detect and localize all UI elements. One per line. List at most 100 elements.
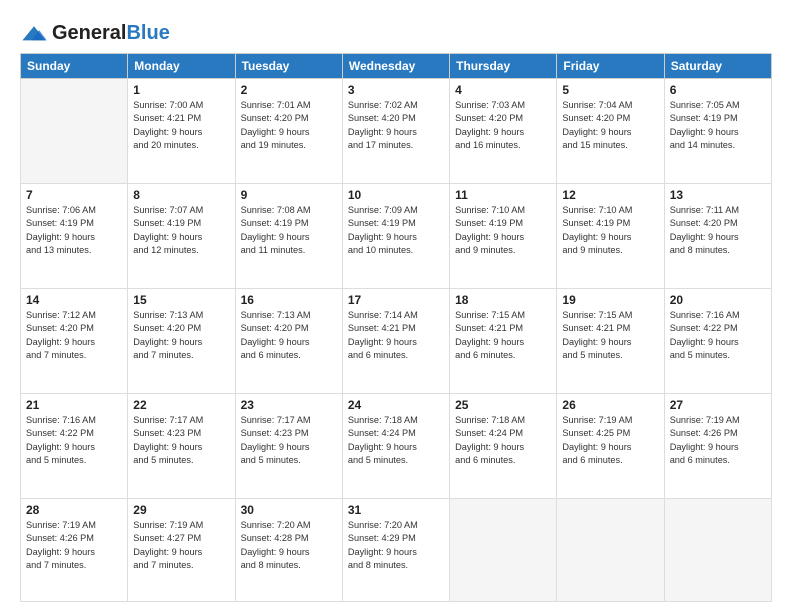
logo: GeneralBlue: [20, 22, 170, 45]
day-info: Sunrise: 7:20 AM Sunset: 4:28 PM Dayligh…: [241, 519, 337, 572]
day-info: Sunrise: 7:19 AM Sunset: 4:27 PM Dayligh…: [133, 519, 229, 572]
day-number: 9: [241, 188, 337, 202]
day-info: Sunrise: 7:01 AM Sunset: 4:20 PM Dayligh…: [241, 99, 337, 152]
day-info: Sunrise: 7:13 AM Sunset: 4:20 PM Dayligh…: [133, 309, 229, 362]
calendar-cell: 14 Sunrise: 7:12 AM Sunset: 4:20 PM Dayli…: [21, 289, 128, 394]
calendar-cell: 5Sunrise: 7:04 AM Sunset: 4:20 PM Daylig…: [557, 79, 664, 184]
day-number: 28: [26, 503, 122, 517]
day-number: 23: [241, 398, 337, 412]
logo-icon: [20, 25, 48, 43]
calendar-cell: 30 Sunrise: 7:20 AM Sunset: 4:28 PM Dayli…: [235, 499, 342, 602]
day-info: Sunrise: 7:10 AM Sunset: 4:19 PM Dayligh…: [562, 204, 658, 257]
header: GeneralBlue: [20, 18, 772, 45]
day-info: Sunrise: 7:19 AM Sunset: 4:26 PM Dayligh…: [26, 519, 122, 572]
day-number: 29: [133, 503, 229, 517]
calendar-cell: 18 Sunrise: 7:15 AM Sunset: 4:21 PM Dayli…: [450, 289, 557, 394]
calendar-cell: [21, 79, 128, 184]
calendar-cell: 20Sunrise: 7:16 AM Sunset: 4:22 PM Dayli…: [664, 289, 771, 394]
day-info: Sunrise: 7:09 AM Sunset: 4:19 PM Dayligh…: [348, 204, 444, 257]
day-number: 15: [133, 293, 229, 307]
calendar-cell: 10 Sunrise: 7:09 AM Sunset: 4:19 PM Dayli…: [342, 184, 449, 289]
calendar-cell: [557, 499, 664, 602]
day-number: 2: [241, 83, 337, 97]
calendar-cell: 23 Sunrise: 7:17 AM Sunset: 4:23 PM Dayli…: [235, 394, 342, 499]
calendar-week-row: 1 Sunrise: 7:00 AM Sunset: 4:21 PM Daylig…: [21, 79, 772, 184]
day-number: 7: [26, 188, 122, 202]
day-number: 4: [455, 83, 551, 97]
calendar-cell: 26 Sunrise: 7:19 AM Sunset: 4:25 PM Dayli…: [557, 394, 664, 499]
day-number: 5: [562, 83, 658, 97]
day-number: 11: [455, 188, 551, 202]
calendar-cell: 6 Sunrise: 7:05 AM Sunset: 4:19 PM Daylig…: [664, 79, 771, 184]
calendar-cell: 28 Sunrise: 7:19 AM Sunset: 4:26 PM Dayli…: [21, 499, 128, 602]
day-info: Sunrise: 7:15 AM Sunset: 4:21 PM Dayligh…: [562, 309, 658, 362]
day-info: Sunrise: 7:17 AM Sunset: 4:23 PM Dayligh…: [241, 414, 337, 467]
day-number: 22: [133, 398, 229, 412]
day-number: 6: [670, 83, 766, 97]
calendar-cell: 27Sunrise: 7:19 AM Sunset: 4:26 PM Dayli…: [664, 394, 771, 499]
day-info: Sunrise: 7:14 AM Sunset: 4:21 PM Dayligh…: [348, 309, 444, 362]
day-header-friday: Friday: [557, 54, 664, 79]
day-number: 16: [241, 293, 337, 307]
day-info: Sunrise: 7:20 AM Sunset: 4:29 PM Dayligh…: [348, 519, 444, 572]
day-number: 10: [348, 188, 444, 202]
day-info: Sunrise: 7:11 AM Sunset: 4:20 PM Dayligh…: [670, 204, 766, 257]
day-number: 25: [455, 398, 551, 412]
day-number: 26: [562, 398, 658, 412]
calendar-cell: 3 Sunrise: 7:02 AM Sunset: 4:20 PM Daylig…: [342, 79, 449, 184]
calendar-cell: 19 Sunrise: 7:15 AM Sunset: 4:21 PM Dayli…: [557, 289, 664, 394]
day-info: Sunrise: 7:18 AM Sunset: 4:24 PM Dayligh…: [455, 414, 551, 467]
day-number: 14: [26, 293, 122, 307]
day-info: Sunrise: 7:15 AM Sunset: 4:21 PM Dayligh…: [455, 309, 551, 362]
day-header-sunday: Sunday: [21, 54, 128, 79]
day-number: 13: [670, 188, 766, 202]
calendar-cell: 16Sunrise: 7:13 AM Sunset: 4:20 PM Dayli…: [235, 289, 342, 394]
day-number: 3: [348, 83, 444, 97]
calendar-cell: [664, 499, 771, 602]
day-info: Sunrise: 7:05 AM Sunset: 4:19 PM Dayligh…: [670, 99, 766, 152]
day-info: Sunrise: 7:19 AM Sunset: 4:25 PM Dayligh…: [562, 414, 658, 467]
day-info: Sunrise: 7:12 AM Sunset: 4:20 PM Dayligh…: [26, 309, 122, 362]
calendar-header-row: SundayMondayTuesdayWednesdayThursdayFrid…: [21, 54, 772, 79]
day-info: Sunrise: 7:06 AM Sunset: 4:19 PM Dayligh…: [26, 204, 122, 257]
day-info: Sunrise: 7:17 AM Sunset: 4:23 PM Dayligh…: [133, 414, 229, 467]
day-header-wednesday: Wednesday: [342, 54, 449, 79]
calendar-cell: 13 Sunrise: 7:11 AM Sunset: 4:20 PM Dayli…: [664, 184, 771, 289]
day-number: 19: [562, 293, 658, 307]
calendar-week-row: 7 Sunrise: 7:06 AM Sunset: 4:19 PM Daylig…: [21, 184, 772, 289]
calendar-cell: 11Sunrise: 7:10 AM Sunset: 4:19 PM Dayli…: [450, 184, 557, 289]
day-number: 18: [455, 293, 551, 307]
logo-blue: Blue: [126, 22, 169, 44]
calendar-week-row: 21Sunrise: 7:16 AM Sunset: 4:22 PM Dayli…: [21, 394, 772, 499]
calendar-cell: 8 Sunrise: 7:07 AM Sunset: 4:19 PM Daylig…: [128, 184, 235, 289]
day-number: 1: [133, 83, 229, 97]
day-number: 30: [241, 503, 337, 517]
day-number: 31: [348, 503, 444, 517]
calendar-cell: 9 Sunrise: 7:08 AM Sunset: 4:19 PM Daylig…: [235, 184, 342, 289]
calendar-cell: 2 Sunrise: 7:01 AM Sunset: 4:20 PM Daylig…: [235, 79, 342, 184]
calendar-cell: 4Sunrise: 7:03 AM Sunset: 4:20 PM Daylig…: [450, 79, 557, 184]
calendar-cell: 25 Sunrise: 7:18 AM Sunset: 4:24 PM Dayli…: [450, 394, 557, 499]
day-info: Sunrise: 7:16 AM Sunset: 4:22 PM Dayligh…: [26, 414, 122, 467]
day-number: 17: [348, 293, 444, 307]
calendar-cell: 29 Sunrise: 7:19 AM Sunset: 4:27 PM Dayli…: [128, 499, 235, 602]
calendar-table: SundayMondayTuesdayWednesdayThursdayFrid…: [20, 53, 772, 602]
day-info: Sunrise: 7:02 AM Sunset: 4:20 PM Dayligh…: [348, 99, 444, 152]
day-header-tuesday: Tuesday: [235, 54, 342, 79]
day-header-saturday: Saturday: [664, 54, 771, 79]
calendar-cell: 1 Sunrise: 7:00 AM Sunset: 4:21 PM Daylig…: [128, 79, 235, 184]
day-number: 8: [133, 188, 229, 202]
day-info: Sunrise: 7:08 AM Sunset: 4:19 PM Dayligh…: [241, 204, 337, 257]
calendar-cell: 12 Sunrise: 7:10 AM Sunset: 4:19 PM Dayli…: [557, 184, 664, 289]
day-header-monday: Monday: [128, 54, 235, 79]
day-info: Sunrise: 7:18 AM Sunset: 4:24 PM Dayligh…: [348, 414, 444, 467]
calendar-cell: 31 Sunrise: 7:20 AM Sunset: 4:29 PM Dayli…: [342, 499, 449, 602]
calendar-week-row: 14 Sunrise: 7:12 AM Sunset: 4:20 PM Dayli…: [21, 289, 772, 394]
day-info: Sunrise: 7:19 AM Sunset: 4:26 PM Dayligh…: [670, 414, 766, 467]
calendar-cell: [450, 499, 557, 602]
day-number: 12: [562, 188, 658, 202]
day-info: Sunrise: 7:07 AM Sunset: 4:19 PM Dayligh…: [133, 204, 229, 257]
day-info: Sunrise: 7:00 AM Sunset: 4:21 PM Dayligh…: [133, 99, 229, 152]
calendar-cell: 21Sunrise: 7:16 AM Sunset: 4:22 PM Dayli…: [21, 394, 128, 499]
calendar-cell: 24Sunrise: 7:18 AM Sunset: 4:24 PM Dayli…: [342, 394, 449, 499]
